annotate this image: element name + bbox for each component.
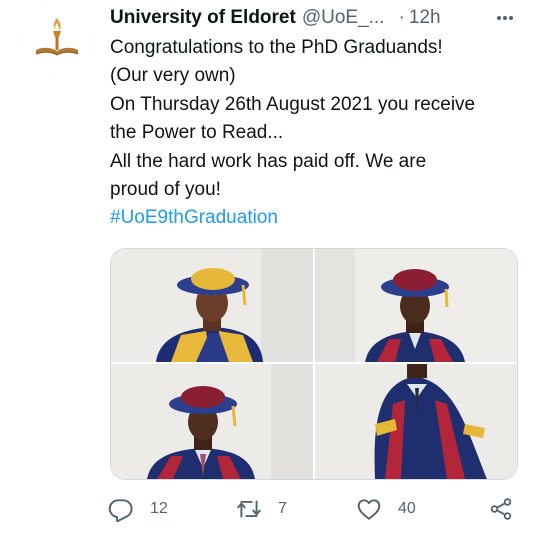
author-name[interactable]: University of Eldoret <box>110 7 296 29</box>
retweet-button[interactable]: 7 <box>236 494 287 524</box>
more-options-button[interactable] <box>490 5 520 31</box>
like-button[interactable]: 40 <box>356 494 416 524</box>
tweet-header: University of Eldoret @UoE_... · 12h <box>110 5 520 31</box>
retweet-icon <box>237 500 261 518</box>
like-count: 40 <box>398 500 416 517</box>
separator-dot: · <box>398 7 405 28</box>
tweet-text-line: On Thursday 26th August 2021 you receive <box>110 93 476 115</box>
graduand-photo-2[interactable] <box>315 249 517 362</box>
tweet-actions: 12 7 40 <box>108 494 520 524</box>
tweet-text: Congratulations to the PhD Graduands! (O… <box>110 34 520 233</box>
photo-image <box>111 364 313 479</box>
hashtag-link[interactable]: #UoE9thGraduation <box>110 204 520 232</box>
more-horizontal-icon <box>497 16 513 20</box>
university-logo <box>22 4 92 74</box>
tweet-text-line: the Power to Read... <box>110 122 284 144</box>
graduand-photo-1[interactable] <box>111 249 313 362</box>
heart-icon <box>357 499 381 520</box>
author-handle[interactable]: @UoE_... <box>302 7 385 29</box>
tweet-timestamp[interactable]: 12h <box>409 7 441 29</box>
graduand-photo-3[interactable] <box>111 364 313 479</box>
photo-image <box>315 364 517 479</box>
photo-image <box>111 249 313 362</box>
reply-button[interactable]: 12 <box>108 494 168 524</box>
tweet-text-line: (Our very own) <box>110 65 236 87</box>
tweet-text-line: All the hard work has paid off. We are <box>110 150 427 172</box>
photo-image <box>315 249 517 362</box>
reply-count: 12 <box>150 500 168 517</box>
reply-icon <box>108 499 133 522</box>
tweet-text-line: proud of you! <box>110 179 221 201</box>
tweet[interactable]: University of Eldoret @UoE_... · 12h Con… <box>0 0 540 533</box>
tweet-text-line: Congratulations to the PhD Graduands! <box>110 37 443 58</box>
graduand-photo-4[interactable] <box>315 364 517 479</box>
share-button[interactable] <box>488 494 514 524</box>
avatar[interactable] <box>22 4 92 74</box>
share-icon <box>490 498 512 520</box>
retweet-count: 7 <box>278 500 287 517</box>
media-grid <box>110 248 518 480</box>
